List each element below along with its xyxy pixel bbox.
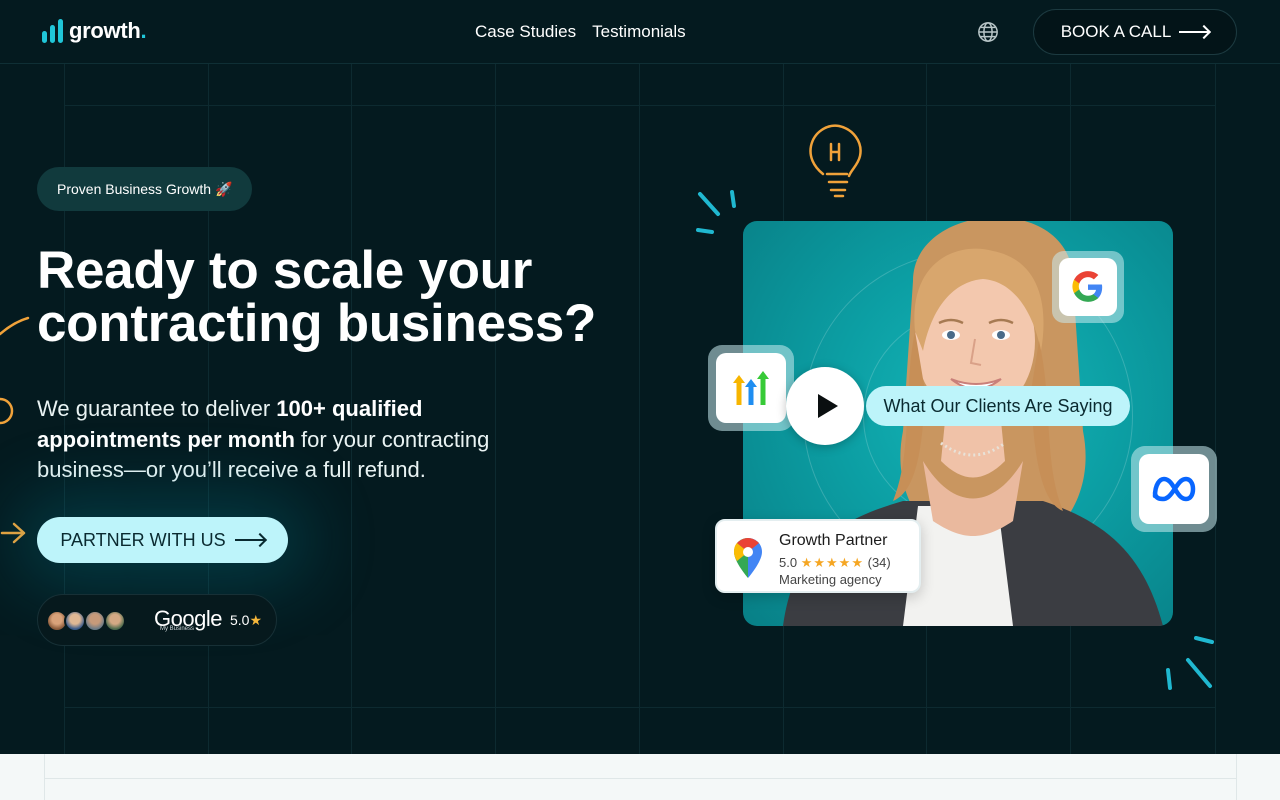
reviewer-avatars (46, 610, 128, 632)
google-reviews-badge[interactable]: Google My Business 5.0★ (37, 594, 277, 646)
main-nav: Case Studies Testimonials (475, 22, 686, 42)
google-maps-rating-card: Growth Partner 5.0 ★★★★★ (34) Marketing … (715, 519, 921, 593)
logo-text: growth. (69, 18, 147, 43)
decorative-curve-icon (0, 316, 30, 336)
decorative-sparkle-icon (1166, 636, 1214, 690)
play-icon (818, 394, 838, 418)
globe-icon[interactable] (977, 21, 999, 43)
star-icon: ★ (249, 612, 263, 628)
logo[interactable]: growth. (42, 18, 147, 43)
logo-bars-icon (42, 19, 63, 43)
partner-with-us-button[interactable]: PARTNER WITH US (37, 517, 288, 563)
decorative-arrow-icon (0, 522, 26, 544)
meta-logo-icon (1152, 476, 1196, 502)
decorative-sparkle-icon (696, 190, 736, 234)
google-logo-icon (1072, 271, 1103, 302)
meta-logo-tile (1131, 446, 1217, 532)
avatar (64, 610, 86, 632)
next-section-strip (0, 754, 1280, 800)
clients-saying-label[interactable]: What Our Clients Are Saying (866, 386, 1130, 426)
partner-card-rating: 5.0 ★★★★★ (34) (779, 555, 891, 570)
avatar (104, 610, 126, 632)
google-maps-pin-icon (734, 538, 762, 578)
highlevel-logo-tile (708, 345, 794, 431)
arrow-right-icon (234, 539, 265, 541)
decorative-circle-icon (0, 397, 14, 425)
hero-badge: Proven Business Growth 🚀 (37, 167, 253, 211)
site-header: growth. Case Studies Testimonials BOOK A… (0, 0, 1280, 64)
book-a-call-button[interactable]: BOOK A CALL (1033, 9, 1237, 55)
star-rating-icon: ★★★★★ (800, 555, 864, 570)
arrow-right-icon (1179, 31, 1210, 33)
lightbulb-icon (809, 124, 862, 198)
book-a-call-label: BOOK A CALL (1060, 22, 1172, 41)
google-my-business-label: My Business (160, 626, 195, 632)
partner-card-type: Marketing agency (779, 572, 882, 587)
hero-subtitle: We guarantee to deliver 100+ qualified a… (37, 396, 490, 482)
hero-title: Ready to scale your contracting business… (37, 241, 597, 353)
partner-card-title: Growth Partner (779, 532, 888, 549)
play-video-button[interactable] (786, 367, 864, 445)
highlevel-logo-icon (733, 371, 769, 405)
nav-case-studies[interactable]: Case Studies (475, 22, 576, 42)
google-logo-tile (1052, 251, 1124, 323)
avatar (84, 610, 106, 632)
partner-with-us-label: PARTNER WITH US (60, 529, 226, 550)
google-rating: 5.0★ (230, 612, 263, 628)
nav-testimonials[interactable]: Testimonials (592, 22, 686, 42)
